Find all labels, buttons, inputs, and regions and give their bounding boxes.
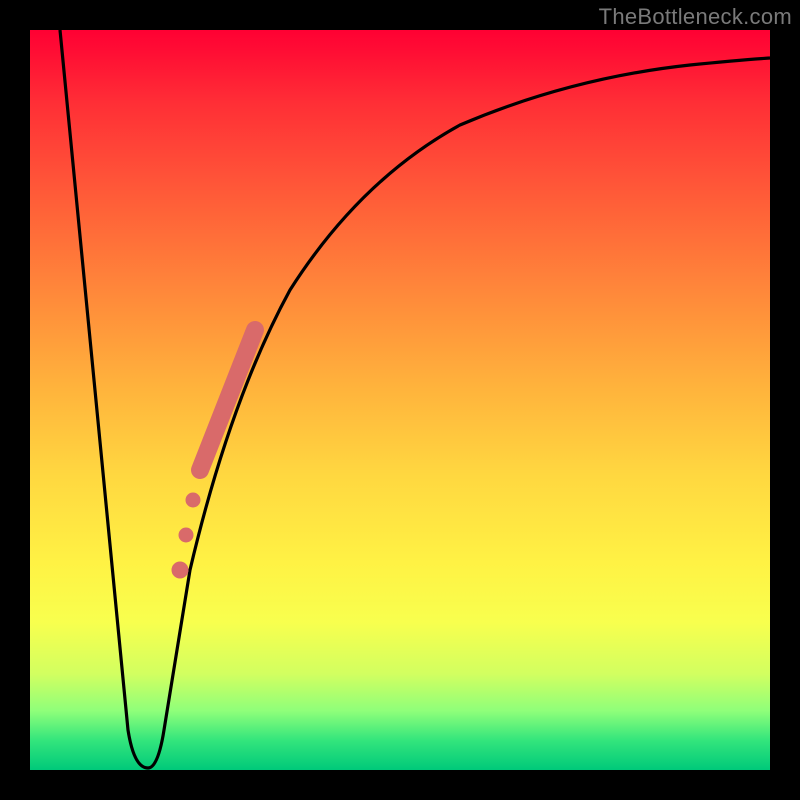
chart-frame: TheBottleneck.com	[0, 0, 800, 800]
highlight-segment	[172, 330, 255, 578]
bottleneck-curve	[60, 30, 770, 768]
watermark-text: TheBottleneck.com	[599, 4, 792, 30]
plot-area	[30, 30, 770, 770]
curve-layer	[30, 30, 770, 770]
